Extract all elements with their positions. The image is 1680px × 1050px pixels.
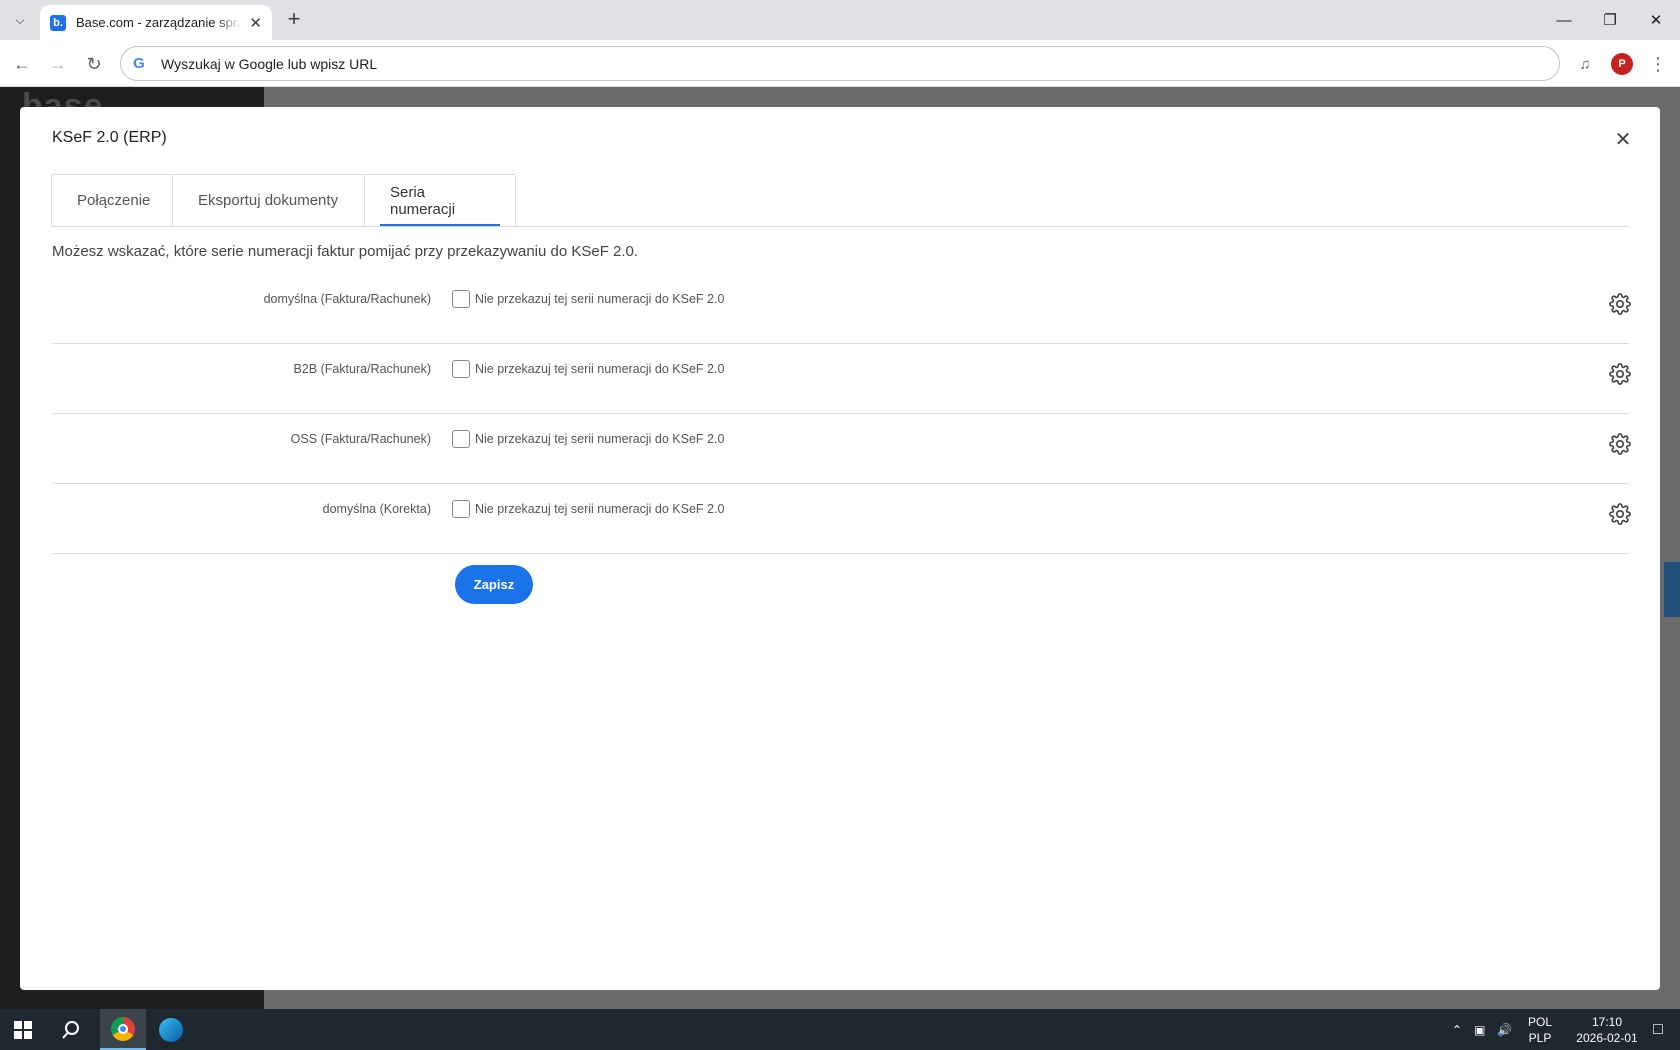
windows-start-icon[interactable] [0,1009,46,1050]
save-button[interactable]: Zapisz [455,565,533,604]
series-name: OSS (Faktura/Rachunek) [290,432,431,446]
modal-tabs: Połączenie Eksportuj dokumenty Seria num… [51,174,516,227]
skip-series-checkbox[interactable] [452,360,470,378]
chevron-up-icon[interactable]: ⌃ [1452,1023,1462,1037]
background-panel-edge [1664,562,1680,617]
browser-menu-icon[interactable]: ⋮ [1645,51,1671,77]
language-code: POL [1528,1014,1553,1029]
tabs-divider [52,226,1629,227]
tab-title: Base.com - zarządzanie sprzedażą [76,15,242,30]
modal-title: KSeF 2.0 (ERP) [52,129,167,146]
tab-numbering-series[interactable]: Seria numeracji [364,174,516,227]
address-bar-placeholder: Wyszukaj w Google lub wpisz URL [161,55,378,72]
skip-series-label[interactable]: Nie przekazuj tej serii numeracji do KSe… [475,502,724,516]
new-tab-plus-icon[interactable]: + [282,8,306,32]
series-name: B2B (Faktura/Rachunek) [293,362,431,376]
language-indicator[interactable]: POL PLP [1528,1009,1552,1050]
skip-series-label[interactable]: Nie przekazuj tej serii numeracji do KSe… [475,292,724,306]
browser-tabstrip: ⌵ b. Base.com - zarządzanie sprzedażą ✕ … [0,0,1680,40]
gear-icon[interactable] [1609,433,1631,455]
minimize-icon[interactable]: — [1538,0,1590,40]
tab-connection[interactable]: Połączenie [51,174,172,227]
media-control-icon[interactable]: ♫ [1572,51,1598,77]
search-icon[interactable] [48,1009,94,1050]
numbering-description: Możesz wskazać, które serie numeracji fa… [52,243,639,260]
series-name: domyślna (Faktura/Rachunek) [263,292,431,306]
series-row: OSS (Faktura/Rachunek) Nie przekazuj tej… [52,414,1631,484]
volume-icon[interactable]: 🔊 [1497,1023,1512,1037]
ksef-settings-modal: KSeF 2.0 (ERP) ✕ Połączenie Eksportuj do… [20,107,1660,990]
restore-icon[interactable]: ❐ [1584,0,1636,40]
browser-tab[interactable]: b. Base.com - zarządzanie sprzedażą ✕ [40,5,272,40]
keyboard-layout: PLP [1528,1030,1552,1045]
clock-time: 17:10 [1591,1014,1622,1029]
chrome-taskbar-icon[interactable] [100,1009,146,1050]
tab-search-chevron-icon[interactable]: ⌵ [6,7,34,33]
browser-toolbar: ← → ↻ G Wyszukaj w Google lub wpisz URL … [0,40,1680,87]
window-close-icon[interactable]: ✕ [1630,0,1680,40]
gear-icon[interactable] [1609,363,1631,385]
notification-icon[interactable]: □ [1636,1009,1680,1050]
tab-close-icon[interactable]: ✕ [249,14,262,32]
series-row: domyślna (Faktura/Rachunek) Nie przekazu… [52,274,1631,344]
address-bar[interactable]: G Wyszukaj w Google lub wpisz URL [120,46,1560,81]
skip-series-label[interactable]: Nie przekazuj tej serii numeracji do KSe… [475,362,724,376]
skip-series-checkbox[interactable] [452,430,470,448]
gear-icon[interactable] [1609,503,1631,525]
edge-taskbar-icon[interactable] [148,1009,194,1050]
clock-date: 2026-02-01 [1576,1030,1638,1045]
system-tray: ⌃ ▣ 🔊 [1452,1009,1512,1050]
tab-export-documents[interactable]: Eksportuj dokumenty [172,174,364,227]
gear-icon[interactable] [1609,293,1631,315]
windows-taskbar: ⌃ ▣ 🔊 POL PLP 17:10 2026-02-01 □ [0,1009,1680,1050]
network-icon[interactable]: ▣ [1474,1023,1485,1037]
skip-series-checkbox[interactable] [452,500,470,518]
google-icon: G [133,55,145,72]
forward-arrow-icon[interactable]: → [45,51,71,77]
profile-avatar[interactable]: P [1611,53,1633,75]
series-row: B2B (Faktura/Rachunek) Nie przekazuj tej… [52,344,1631,414]
series-row: domyślna (Korekta) Nie przekazuj tej ser… [52,484,1631,554]
skip-series-label[interactable]: Nie przekazuj tej serii numeracji do KSe… [475,432,724,446]
favicon-icon: b. [50,14,66,31]
series-name: domyślna (Korekta) [322,502,431,516]
close-icon[interactable]: ✕ [1611,129,1635,153]
skip-series-checkbox[interactable] [452,290,470,308]
back-arrow-icon[interactable]: ← [9,51,35,77]
reload-icon[interactable]: ↻ [81,51,107,77]
